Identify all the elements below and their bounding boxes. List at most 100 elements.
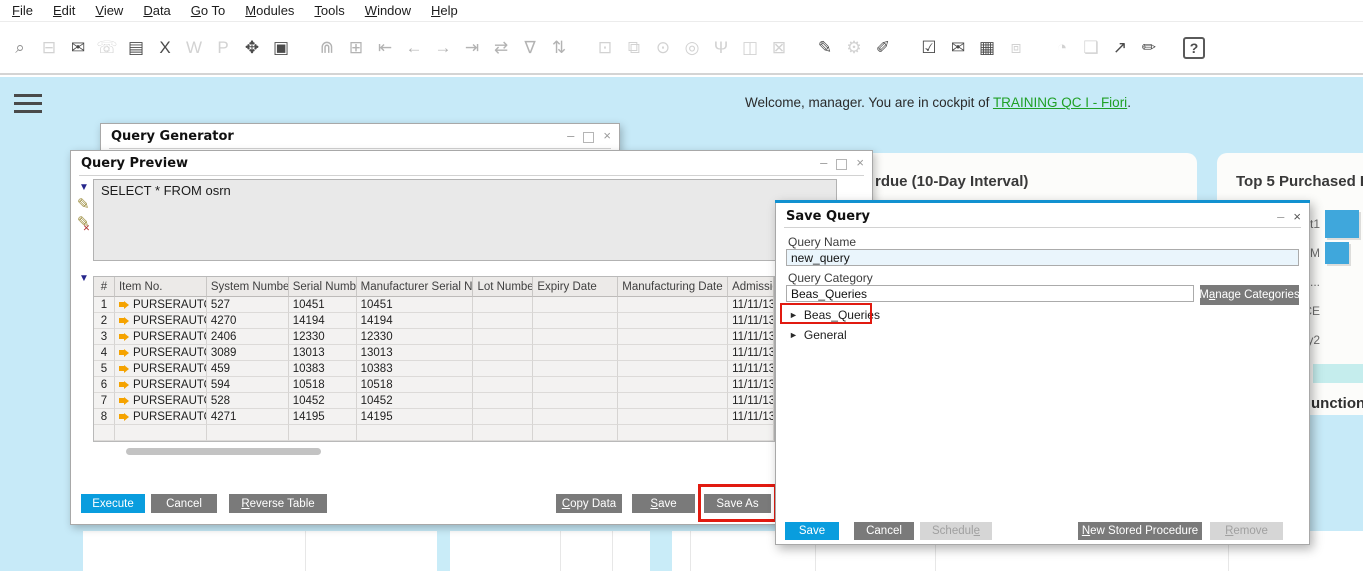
- document-out-icon: ⧉: [622, 35, 646, 61]
- export-excel-icon[interactable]: X: [153, 35, 177, 61]
- link-arrow-icon[interactable]: [119, 397, 129, 405]
- column-header[interactable]: Manufacturing Date: [618, 277, 728, 297]
- add-record-icon[interactable]: ⊞: [344, 35, 368, 61]
- filter-icon[interactable]: ∇: [518, 35, 542, 61]
- save-button[interactable]: Save: [632, 494, 695, 513]
- column-header[interactable]: #: [94, 277, 115, 297]
- column-header[interactable]: Serial Number: [289, 277, 357, 297]
- column-header[interactable]: Manufacturer Serial No.: [357, 277, 474, 297]
- menu-help[interactable]: Help: [421, 1, 468, 20]
- maximize-icon[interactable]: [583, 132, 594, 143]
- link-arrow-icon[interactable]: [119, 349, 129, 357]
- query-generator-window: Query Generator – ×: [100, 123, 620, 151]
- find-icon[interactable]: ⋒: [315, 35, 339, 61]
- last-record-icon[interactable]: ⇥: [460, 35, 484, 61]
- table-cell: [533, 361, 618, 377]
- sql-editor[interactable]: SELECT * FROM osrn: [93, 179, 837, 261]
- refresh-icon[interactable]: ⇄: [489, 35, 513, 61]
- manage-categories-button[interactable]: Manage Categories: [1200, 285, 1299, 305]
- table-cell: [618, 377, 728, 393]
- help-icon[interactable]: ?: [1183, 37, 1205, 59]
- hamburger-menu-icon[interactable]: [14, 94, 42, 118]
- menu-modules[interactable]: Modules: [235, 1, 304, 20]
- menu-data[interactable]: Data: [133, 1, 180, 20]
- cancel-button[interactable]: Cancel: [854, 522, 914, 540]
- query-preview-titlebar[interactable]: Query Preview – ×: [71, 151, 872, 176]
- sort-icon[interactable]: ⇅: [547, 35, 571, 61]
- schedule-button[interactable]: Schedule: [920, 522, 992, 540]
- column-header[interactable]: System Number: [207, 277, 289, 297]
- minimize-icon[interactable]: –: [1277, 209, 1284, 225]
- tree-item-beas_queries[interactable]: ►Beas_Queries: [776, 305, 1309, 325]
- reverse-table-button[interactable]: Reverse Table: [229, 494, 327, 513]
- close-icon[interactable]: ×: [603, 128, 611, 144]
- cancel-button[interactable]: Cancel: [151, 494, 217, 513]
- copy-data-button[interactable]: Copy Data: [556, 494, 622, 513]
- link-arrow-icon[interactable]: [119, 301, 129, 309]
- table-cell: 11/11/13: [728, 361, 774, 377]
- menu-window[interactable]: Window: [355, 1, 421, 20]
- column-header[interactable]: Item No.: [115, 277, 207, 297]
- table-row: 2PURSERAUTO4270141941419411/11/13: [94, 313, 774, 329]
- column-header[interactable]: Expiry Date: [533, 277, 618, 297]
- query-generator-titlebar[interactable]: Query Generator – ×: [101, 124, 619, 149]
- alert-message-icon[interactable]: ✉: [946, 35, 970, 61]
- split-document-icon: ◫: [738, 35, 762, 61]
- table-cell: [533, 409, 618, 425]
- form-tools-icon[interactable]: ✐: [871, 35, 895, 61]
- previous-record-icon[interactable]: ←: [402, 35, 426, 61]
- query-name-input[interactable]: [786, 249, 1299, 266]
- lock-screen-icon[interactable]: ▣: [269, 35, 293, 61]
- close-icon[interactable]: ×: [856, 155, 864, 171]
- save-button[interactable]: Save: [785, 522, 839, 540]
- maximize-icon[interactable]: [836, 159, 847, 170]
- category-tree: ►Beas_Queries►General: [776, 305, 1309, 345]
- table-cell: 594: [207, 377, 289, 393]
- approval-document-icon[interactable]: ☑: [917, 35, 941, 61]
- execute-button[interactable]: Execute: [81, 494, 145, 513]
- horizontal-scrollbar[interactable]: [126, 448, 321, 455]
- table-row: 5PURSERAUTO459103831038311/11/13: [94, 361, 774, 377]
- expand-arrow-icon[interactable]: ►: [789, 330, 798, 340]
- link-arrow-icon[interactable]: [119, 381, 129, 389]
- save-query-titlebar[interactable]: Save Query – ×: [776, 201, 1309, 228]
- menu-go-to[interactable]: Go To: [181, 1, 235, 20]
- edit-sql-icon[interactable]: ✎: [77, 195, 90, 213]
- table-cell: 7: [94, 393, 115, 409]
- link-arrow-icon[interactable]: [119, 365, 129, 373]
- minimize-icon[interactable]: –: [567, 128, 574, 144]
- next-record-icon[interactable]: →: [431, 35, 455, 61]
- remove-button[interactable]: Remove: [1210, 522, 1283, 540]
- tree-item-general[interactable]: ►General: [776, 325, 1309, 345]
- menu-bar: FileEditViewDataGo ToModulesToolsWindowH…: [0, 0, 1363, 22]
- edit-chart-icon[interactable]: ✎: [813, 35, 837, 61]
- first-record-icon[interactable]: ⇤: [373, 35, 397, 61]
- menu-tools[interactable]: Tools: [304, 1, 354, 20]
- link-arrow-icon[interactable]: [119, 413, 129, 421]
- sql-dropdown-icon[interactable]: ▼: [79, 182, 89, 193]
- column-header[interactable]: Admission: [728, 277, 774, 297]
- menu-edit[interactable]: Edit: [43, 1, 85, 20]
- table-dropdown-icon[interactable]: ▼: [79, 273, 89, 284]
- menu-file[interactable]: File: [2, 1, 43, 20]
- print-layout-icon[interactable]: ▤: [124, 35, 148, 61]
- stock-chart-icon[interactable]: ↗: [1108, 35, 1132, 61]
- cockpit-link[interactable]: TRAINING QC I - Fiori: [993, 95, 1127, 110]
- close-icon[interactable]: ×: [1293, 209, 1301, 225]
- column-header[interactable]: Lot Number: [473, 277, 533, 297]
- application-window: FileEditViewDataGo ToModulesToolsWindowH…: [0, 0, 1363, 571]
- new-stored-procedure-button[interactable]: New Stored Procedure: [1078, 522, 1202, 540]
- move-icon[interactable]: ✥: [240, 35, 264, 61]
- find-preview-icon[interactable]: ⌕: [8, 35, 32, 61]
- chart-edit-icon[interactable]: ✏: [1137, 35, 1161, 61]
- email-icon[interactable]: ✉: [66, 35, 90, 61]
- minimize-icon[interactable]: –: [820, 155, 827, 171]
- print-icon: ⊟: [37, 35, 61, 61]
- link-arrow-icon[interactable]: [119, 333, 129, 341]
- table-cell: PURSERAUTO: [115, 361, 207, 377]
- menu-view[interactable]: View: [85, 1, 133, 20]
- link-arrow-icon[interactable]: [119, 317, 129, 325]
- query-category-input[interactable]: [786, 285, 1194, 302]
- calendar-icon[interactable]: ▦: [975, 35, 999, 61]
- table-cell: [533, 313, 618, 329]
